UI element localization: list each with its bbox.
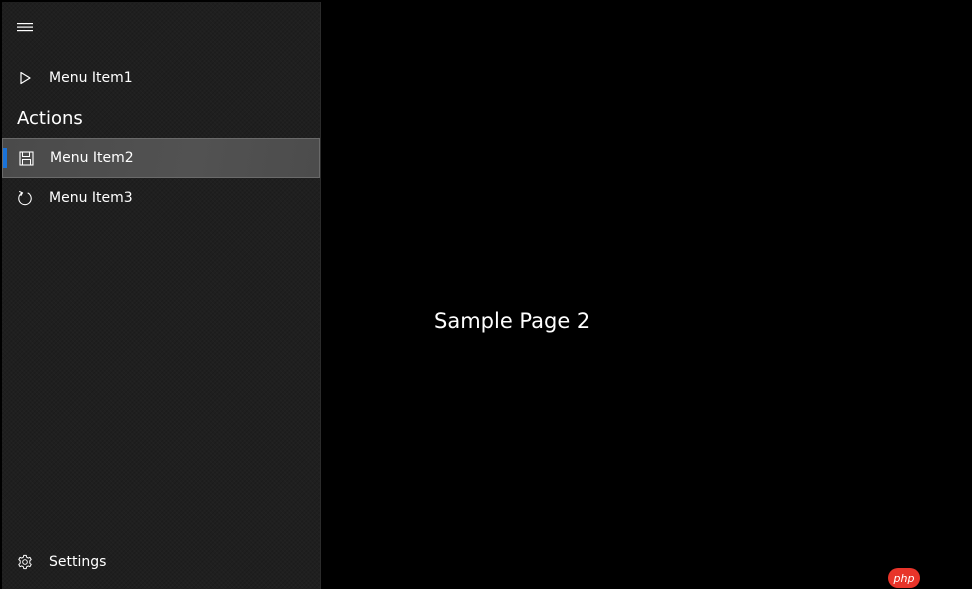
php-watermark-badge: php xyxy=(888,568,920,588)
hamburger-icon xyxy=(17,23,33,32)
page-content-text: Sample Page 2 xyxy=(434,309,591,333)
nav-item-label: Settings xyxy=(49,554,107,570)
gear-icon xyxy=(17,554,33,570)
navigation-pane: Menu Item1 Actions Menu Item2 Menu Item3… xyxy=(2,2,321,589)
nav-item-menu-item3[interactable]: Menu Item3 xyxy=(2,178,320,218)
nav-item-label: Menu Item2 xyxy=(50,150,134,166)
app-window: Menu Item1 Actions Menu Item2 Menu Item3… xyxy=(0,0,972,589)
nav-item-label: Menu Item3 xyxy=(49,190,133,206)
nav-item-label: Menu Item1 xyxy=(49,70,133,86)
play-icon xyxy=(17,70,33,86)
refresh-icon xyxy=(17,190,33,206)
content-frame: Sample Page 2 xyxy=(321,0,972,589)
nav-item-menu-item2[interactable]: Menu Item2 xyxy=(2,138,320,178)
nav-item-menu-item1[interactable]: Menu Item1 xyxy=(2,58,320,98)
nav-item-settings[interactable]: Settings xyxy=(2,542,320,582)
save-icon xyxy=(18,150,34,166)
selection-indicator xyxy=(3,148,7,168)
hamburger-menu-button[interactable] xyxy=(16,19,36,35)
section-header-actions: Actions xyxy=(17,108,83,129)
